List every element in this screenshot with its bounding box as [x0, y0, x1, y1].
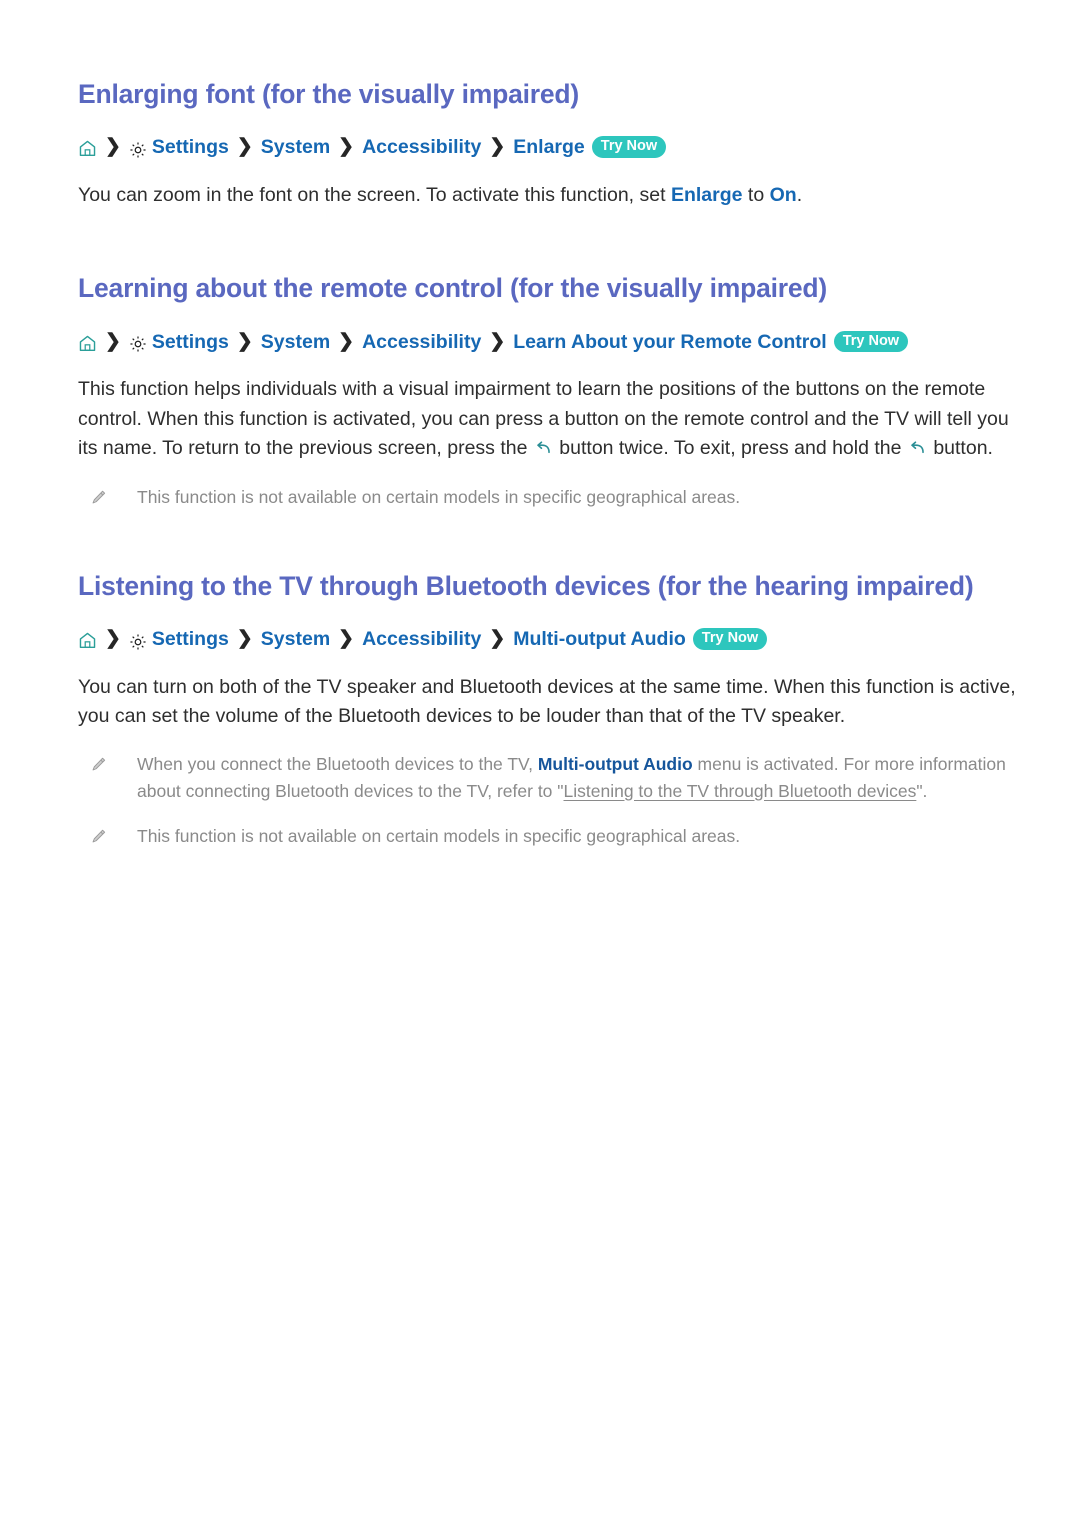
- keyword-on: On: [769, 183, 797, 206]
- breadcrumb-separator: ❯: [338, 330, 355, 352]
- section-body: This function helps individuals with a v…: [78, 375, 1018, 464]
- keyword-enlarge: Enlarge: [670, 183, 743, 206]
- note-text-part: When you connect the Bluetooth devices t…: [137, 754, 538, 775]
- try-now-badge[interactable]: Try Now: [692, 627, 768, 650]
- note-text: This function is not available on certai…: [137, 825, 741, 846]
- home-icon[interactable]: [78, 334, 97, 353]
- breadcrumb: ❯ Settings ❯ System ❯ Accessibility ❯ Le…: [78, 330, 1018, 354]
- breadcrumb-item-learn-remote[interactable]: Learn About your Remote Control: [513, 332, 826, 353]
- body-text-part: button twice. To exit, press and hold th…: [553, 437, 907, 460]
- page-title: Learning about the remote control (for t…: [78, 273, 828, 304]
- section-body: You can zoom in the font on the screen. …: [78, 181, 1018, 211]
- breadcrumb-separator: ❯: [105, 330, 121, 352]
- breadcrumb-separator: ❯: [338, 628, 355, 650]
- keyword-multi-output-audio: Multi-output Audio: [537, 754, 693, 775]
- breadcrumb-item-settings[interactable]: Settings: [152, 138, 229, 158]
- note-text-part: ".: [916, 780, 928, 801]
- pencil-icon: [90, 756, 107, 773]
- gear-icon[interactable]: [129, 335, 147, 353]
- cross-reference-link[interactable]: Listening to the TV through Bluetooth de…: [564, 781, 917, 801]
- breadcrumb-separator: ❯: [489, 330, 506, 352]
- pencil-icon: [90, 828, 107, 845]
- breadcrumb: ❯ Settings ❯ System ❯ Accessibility ❯ Mu…: [78, 627, 1018, 651]
- gear-icon[interactable]: [129, 141, 147, 159]
- breadcrumb: ❯ Settings ❯ System ❯ Accessibility ❯ En…: [78, 136, 1018, 159]
- section-body: You can turn on both of the TV speaker a…: [78, 675, 1016, 728]
- breadcrumb-item-settings[interactable]: Settings: [152, 630, 229, 650]
- page-title: Listening to the TV through Bluetooth de…: [78, 570, 974, 601]
- pencil-icon: [90, 489, 107, 506]
- return-arrow-icon: [909, 436, 926, 454]
- body-text-part: to: [742, 183, 770, 206]
- breadcrumb-separator: ❯: [338, 136, 355, 158]
- section-enlarging-font: Enlarging font (for the visually impaire…: [78, 78, 1018, 210]
- breadcrumb-item-system[interactable]: System: [261, 332, 330, 353]
- breadcrumb-item-accessibility[interactable]: Accessibility: [362, 138, 481, 158]
- breadcrumb-separator: ❯: [236, 330, 253, 352]
- breadcrumb-separator: ❯: [489, 136, 506, 158]
- note-text: When you connect the Bluetooth devices t…: [137, 751, 1018, 804]
- breadcrumb-separator: ❯: [236, 136, 253, 158]
- breadcrumb-item-multi-output-audio[interactable]: Multi-output Audio: [513, 630, 686, 650]
- section-learning-remote-control: Learning about the remote control (for t…: [78, 272, 1018, 509]
- breadcrumb-separator: ❯: [236, 628, 253, 650]
- gear-icon[interactable]: [129, 633, 147, 651]
- document-page: Enlarging font (for the visually impaire…: [0, 0, 1080, 1527]
- try-now-badge[interactable]: Try Now: [591, 136, 667, 158]
- note-item: When you connect the Bluetooth devices t…: [78, 751, 1018, 804]
- breadcrumb-item-accessibility[interactable]: Accessibility: [362, 630, 481, 650]
- body-text-part: .: [796, 183, 803, 206]
- breadcrumb-item-system[interactable]: System: [261, 630, 330, 650]
- breadcrumb-item-accessibility[interactable]: Accessibility: [362, 332, 481, 353]
- return-arrow-icon: [535, 436, 552, 454]
- breadcrumb-item-enlarge[interactable]: Enlarge: [513, 138, 585, 158]
- breadcrumb-separator: ❯: [105, 136, 121, 158]
- try-now-badge[interactable]: Try Now: [833, 330, 909, 353]
- home-icon[interactable]: [78, 631, 97, 650]
- note-text: This function is not available on certai…: [137, 486, 741, 507]
- breadcrumb-item-system[interactable]: System: [261, 138, 330, 158]
- breadcrumb-item-settings[interactable]: Settings: [152, 332, 229, 353]
- note-item: This function is not available on certai…: [78, 484, 1018, 510]
- breadcrumb-separator: ❯: [489, 628, 506, 650]
- body-text-part: button.: [927, 437, 993, 460]
- section-bluetooth-listening: Listening to the TV through Bluetooth de…: [78, 570, 1018, 849]
- home-icon[interactable]: [78, 139, 97, 158]
- breadcrumb-separator: ❯: [105, 628, 121, 650]
- note-item: This function is not available on certai…: [78, 823, 1018, 849]
- body-text-part: You can zoom in the font on the screen. …: [78, 183, 671, 206]
- page-title: Enlarging font (for the visually impaire…: [78, 79, 580, 109]
